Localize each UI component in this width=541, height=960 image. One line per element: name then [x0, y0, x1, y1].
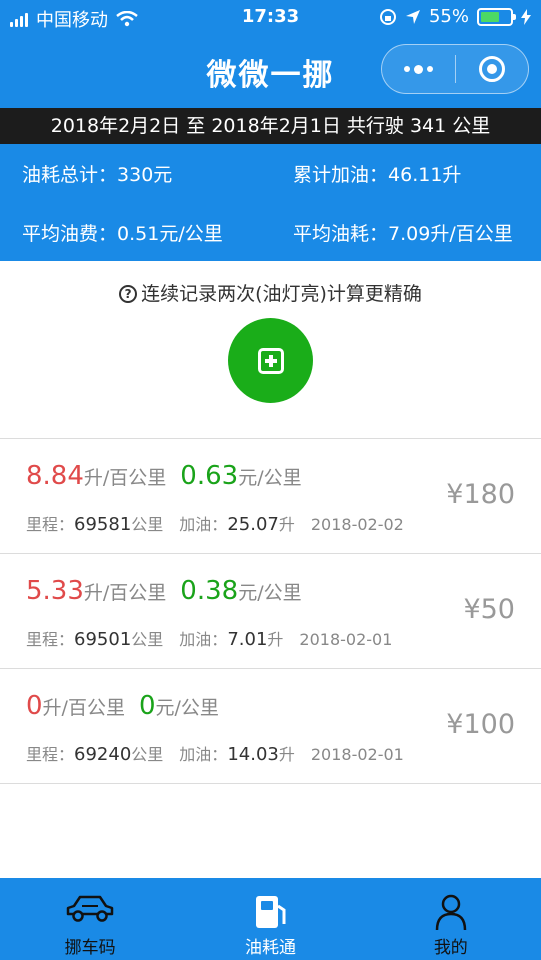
- date-range-bar: 2018年2月2日 至 2018年2月1日 共行驶 341 公里: [0, 108, 541, 144]
- tab-mine[interactable]: 我的: [361, 878, 541, 960]
- tab-fuel-consumption[interactable]: 油耗通: [180, 878, 360, 960]
- fuel-record-item[interactable]: 8.84升/百公里 0.63元/公里 里程：69581公里 加油：25.07升 201…: [0, 439, 541, 553]
- mileage-value: 69581: [74, 514, 132, 535]
- cost-value: 0: [138, 691, 156, 721]
- fuel-value: 14.03: [227, 744, 279, 765]
- record-price: ¥180: [446, 479, 515, 510]
- accuracy-tip: ? 连续记录两次(油灯亮)计算更精确: [0, 279, 541, 306]
- fuel-summary: 油耗总计：330元 累计加油：46.11升 平均油费：0.51元/公里 平均油耗…: [0, 144, 541, 261]
- car-icon: [66, 895, 114, 922]
- fuel-record-list: 8.84升/百公里 0.63元/公里 里程：69581公里 加油：25.07升 201…: [0, 438, 541, 784]
- tab-bar: 挪车码 油耗通 我的: [0, 878, 541, 960]
- battery-icon: [477, 7, 516, 26]
- rotation-lock-icon: [379, 8, 396, 25]
- add-record-button[interactable]: [228, 318, 313, 403]
- mileage-value: 69240: [74, 744, 132, 765]
- consumption-value: 8.84: [26, 461, 84, 491]
- summary-avg-cost: 平均油费：0.51元/公里: [22, 223, 223, 245]
- question-icon: ?: [119, 285, 138, 303]
- record-price: ¥100: [446, 709, 515, 740]
- location-icon: [405, 9, 420, 24]
- more-icon[interactable]: [382, 64, 455, 74]
- record-price: ¥50: [463, 594, 515, 625]
- record-date: 2018-02-02: [310, 515, 404, 534]
- cost-value: 0.63: [180, 461, 239, 491]
- consumption-value: 5.33: [26, 576, 84, 606]
- charging-icon: [521, 8, 531, 25]
- fuel-value: 25.07: [227, 514, 279, 535]
- fuel-pump-icon: [256, 896, 286, 928]
- tab-move-car-code[interactable]: 挪车码: [0, 878, 180, 960]
- summary-total-fuel: 累计加油：46.11升: [293, 164, 462, 186]
- record-date: 2018-02-01: [299, 630, 393, 649]
- cost-value: 0.38: [180, 576, 239, 606]
- record-date: 2018-02-01: [310, 745, 404, 764]
- user-icon: [435, 894, 467, 931]
- summary-avg-consumption: 平均油耗：7.09升/百公里: [293, 223, 513, 245]
- consumption-value: 0: [26, 691, 43, 721]
- nav-bar: 微微一挪: [0, 36, 541, 108]
- plus-square-icon: [257, 347, 284, 374]
- fuel-record-item[interactable]: 5.33升/百公里 0.38元/公里 里程：69501公里 加油：7.01升 2018…: [0, 554, 541, 668]
- mini-program-capsule: [381, 44, 529, 94]
- fuel-value: 7.01: [227, 629, 268, 650]
- mileage-value: 69501: [74, 629, 132, 650]
- summary-total-cost: 油耗总计：330元: [22, 164, 173, 186]
- fuel-record-item[interactable]: 0升/百公里 0元/公里 里程：69240公里 加油：14.03升 2018-02-0…: [0, 669, 541, 783]
- battery-percent: 55%: [428, 6, 469, 27]
- status-bar: 中国移动 17:33 55%: [0, 0, 541, 36]
- close-target-icon[interactable]: [456, 56, 528, 82]
